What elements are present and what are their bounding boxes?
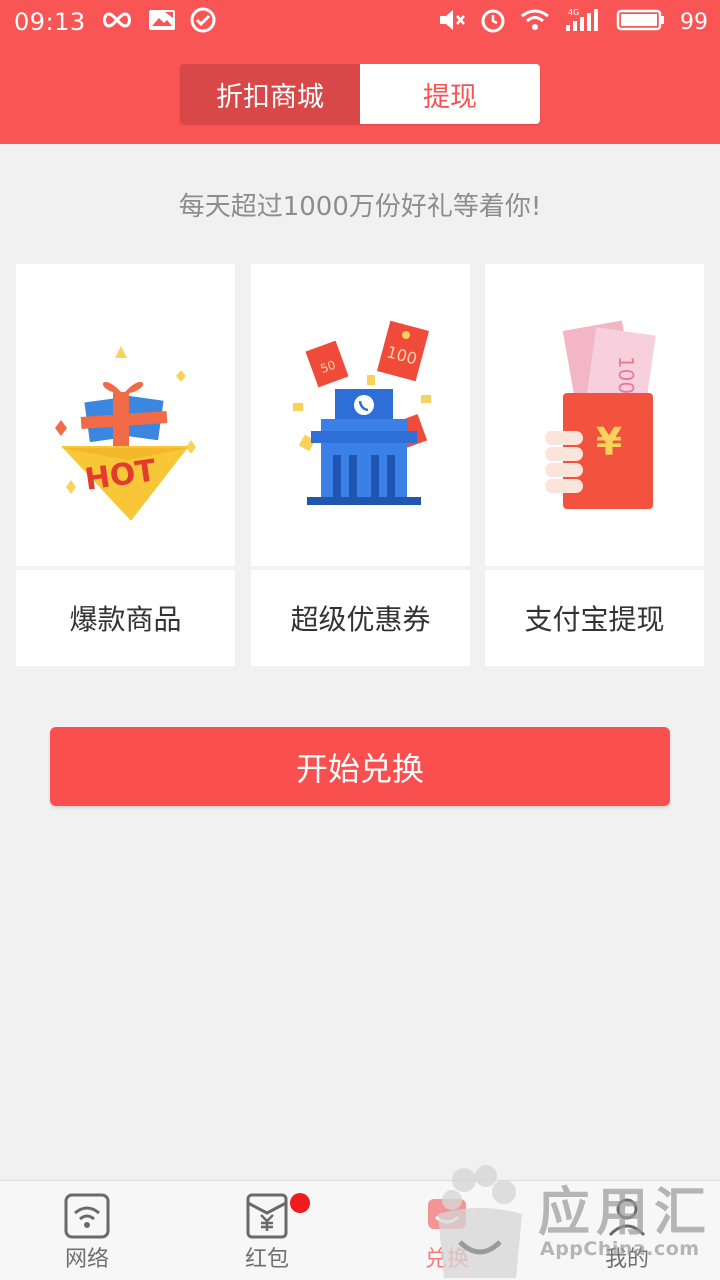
- notification-badge: [290, 1193, 310, 1213]
- card-image-area: 50 100: [251, 264, 470, 566]
- segment-tabs: 折扣商城 提现: [180, 64, 540, 124]
- red-envelope-cash-icon: 100 ¥: [544, 320, 656, 509]
- card-label: 支付宝提现: [485, 570, 704, 666]
- alarm-icon: [480, 7, 506, 37]
- hot-gift-icon: HOT: [54, 346, 196, 520]
- coupon-building-icon: 50 100: [292, 320, 431, 505]
- watermark-en-text: AppChina.com: [540, 1238, 700, 1260]
- nav-item-red-envelope[interactable]: 红包: [180, 1181, 360, 1280]
- tab-withdraw[interactable]: 提现: [360, 64, 540, 124]
- mute-icon: [438, 8, 466, 36]
- card-image-area: 100 ¥: [485, 264, 704, 566]
- tagline: 每天超过1000万份好礼等着你!: [178, 192, 542, 222]
- check-circle-icon: [190, 7, 216, 37]
- red-envelope-icon: [246, 1193, 288, 1239]
- watermark-cn-text: 应用汇: [538, 1183, 713, 1243]
- status-bar: 09:13 4G 99: [0, 0, 720, 44]
- card-alipay-withdraw[interactable]: 100 ¥ 支付宝提现: [485, 264, 704, 666]
- wifi-signal-icon: [520, 8, 550, 36]
- tab-discount-mall[interactable]: 折扣商城: [180, 64, 360, 124]
- infinity-icon: [100, 10, 134, 34]
- nav-label: 红包: [244, 1247, 289, 1272]
- card-label: 爆款商品: [16, 570, 235, 666]
- wifi-icon: [64, 1193, 110, 1239]
- battery-percentage: 99: [680, 9, 708, 35]
- header-bar: 09:13 4G 99 折扣商城 提现: [0, 0, 720, 144]
- battery-icon: [616, 8, 666, 36]
- appchina-logo-icon: [438, 1165, 522, 1278]
- yuan-symbol: ¥: [595, 420, 621, 464]
- card-label: 超级优惠券: [251, 570, 470, 666]
- network-type-label: 4G: [568, 8, 579, 17]
- appchina-watermark: 应用汇 AppChina.com: [430, 1150, 720, 1280]
- card-image-area: HOT: [16, 264, 235, 566]
- nav-label: 网络: [64, 1247, 109, 1272]
- card-super-coupons[interactable]: 50 100 超级优惠券: [251, 264, 470, 666]
- card-hot-products[interactable]: HOT 爆款商品: [16, 264, 235, 666]
- banknote-100-label: 100: [614, 356, 638, 394]
- status-time: 09:13: [14, 8, 86, 36]
- cellular-signal-icon: 4G: [564, 7, 602, 37]
- nav-item-network[interactable]: 网络: [0, 1181, 180, 1280]
- start-exchange-button[interactable]: 开始兑换: [50, 727, 670, 806]
- picture-message-icon: [148, 8, 176, 36]
